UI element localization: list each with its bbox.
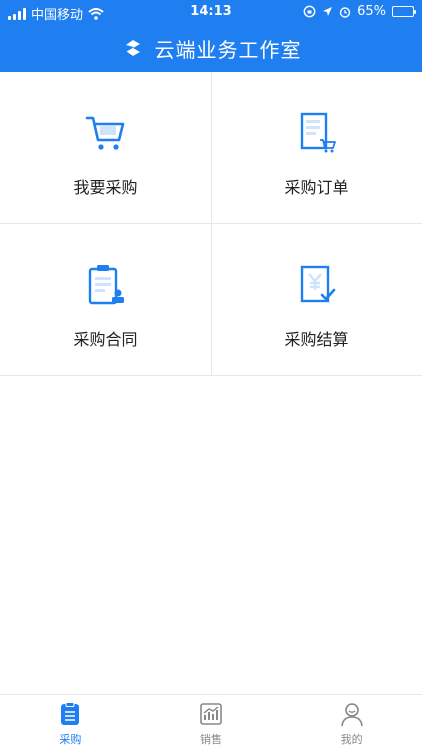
tab-sales[interactable]: 销售 bbox=[141, 695, 282, 750]
shopping-cart-icon bbox=[85, 116, 124, 150]
app-header: 中国移动 14:13 65% 云端业务工作室 bbox=[0, 0, 422, 72]
status-bar: 中国移动 14:13 65% bbox=[0, 0, 422, 24]
tab-label: 销售 bbox=[200, 733, 222, 746]
menu-item-orders[interactable]: 采购订单 bbox=[211, 72, 422, 224]
menu-item-settlement[interactable]: 采购结算 bbox=[211, 224, 422, 376]
orientation-lock-icon bbox=[303, 5, 316, 18]
menu-item-label: 采购结算 bbox=[284, 330, 349, 349]
purchase-list-icon bbox=[61, 702, 80, 725]
order-document-icon bbox=[300, 112, 336, 153]
menu-item-label: 采购订单 bbox=[284, 178, 349, 197]
title-bar: 云端业务工作室 bbox=[0, 24, 422, 72]
tab-purchase[interactable]: 采购 bbox=[0, 695, 141, 750]
alarm-icon bbox=[339, 6, 351, 18]
menu-item-contracts[interactable]: 采购合同 bbox=[0, 224, 211, 376]
menu-item-purchase[interactable]: 我要采购 bbox=[0, 72, 211, 224]
sales-chart-icon bbox=[200, 703, 222, 725]
menu-item-label: 采购合同 bbox=[73, 330, 138, 349]
s-logo-icon bbox=[125, 40, 140, 56]
tab-profile[interactable]: 我的 bbox=[281, 695, 422, 750]
location-icon bbox=[323, 7, 333, 16]
profile-icon bbox=[340, 703, 363, 727]
bottom-tab-bar: 采购 销售 我的 bbox=[0, 694, 422, 750]
grid-divider-vertical bbox=[211, 72, 212, 376]
menu-item-label: 我要采购 bbox=[73, 178, 138, 197]
grid-divider-horizontal bbox=[0, 223, 422, 224]
purchase-menu-grid: 我要采购 采购订单 采购合同 采购结算 bbox=[0, 72, 422, 376]
grid-divider-bottom bbox=[0, 375, 422, 376]
settlement-document-icon bbox=[300, 265, 335, 303]
battery-percent: 65% bbox=[357, 4, 386, 19]
tab-label: 我的 bbox=[340, 733, 363, 746]
tab-label: 采购 bbox=[59, 733, 82, 746]
contract-clipboard-icon bbox=[88, 265, 124, 305]
page-title: 云端业务工作室 bbox=[154, 37, 302, 62]
battery-icon bbox=[392, 6, 416, 17]
